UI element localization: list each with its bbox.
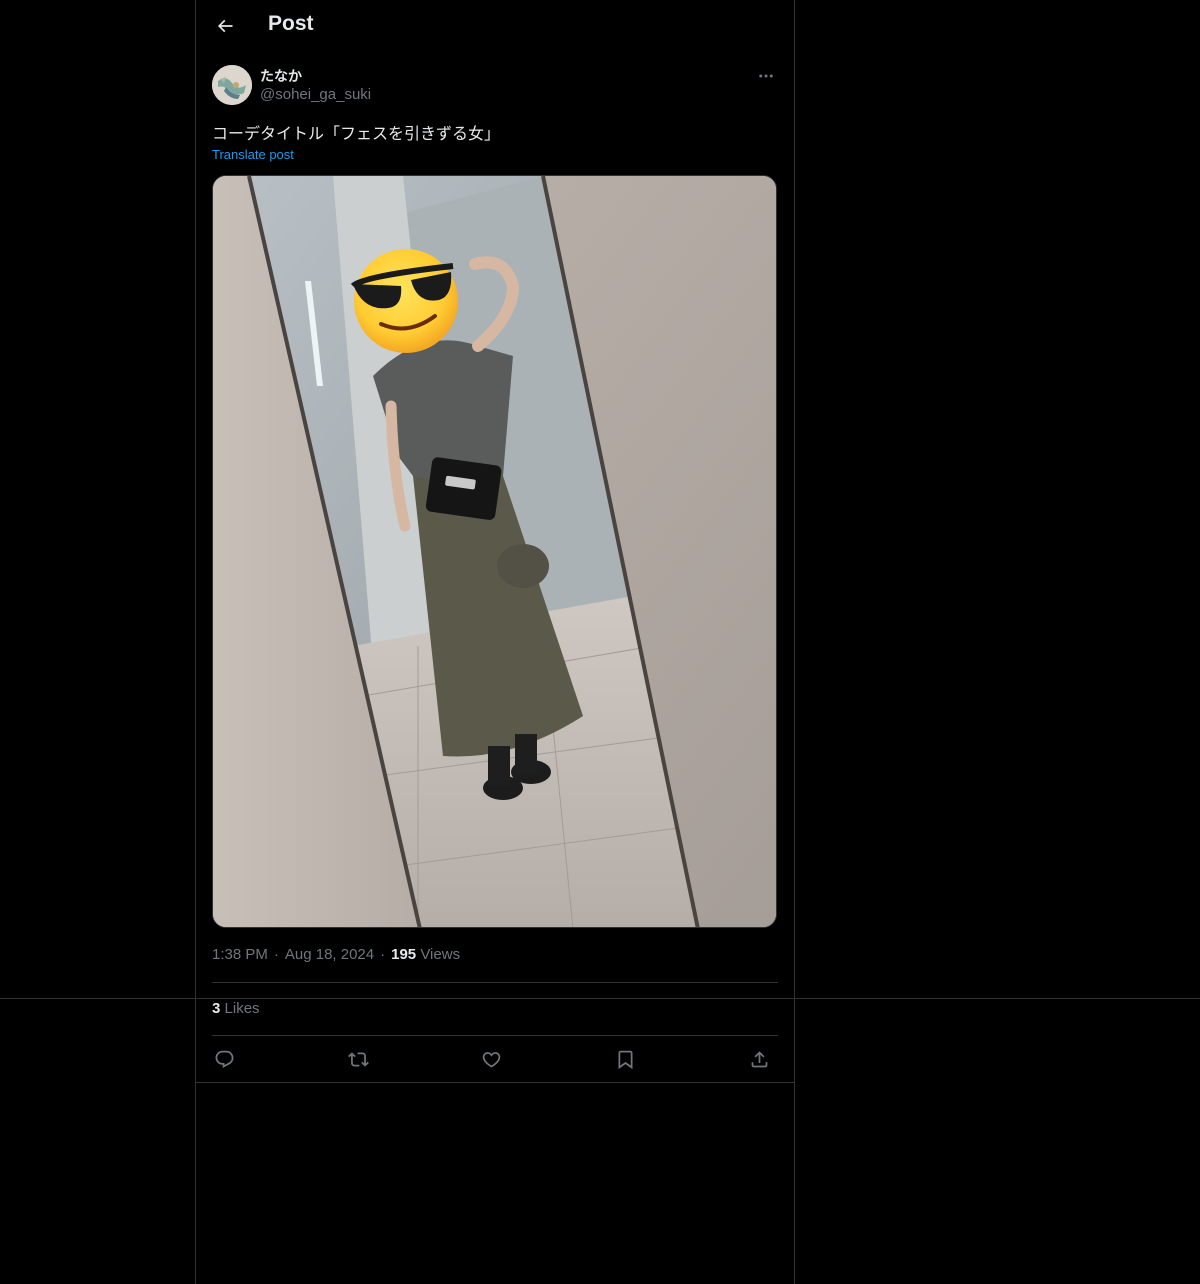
meta-separator: · <box>273 946 279 963</box>
mirror-selfie-image <box>213 176 776 927</box>
post-text: コーデタイトル「フェスを引きずる女」 <box>212 124 501 143</box>
page-title: Post <box>268 12 314 35</box>
actions-bottom-divider <box>196 1082 794 1083</box>
post-media-photo[interactable] <box>212 175 777 928</box>
meta-divider <box>212 982 778 983</box>
back-button[interactable] <box>208 9 242 43</box>
share-icon <box>751 1050 767 1067</box>
heart-icon <box>482 1051 500 1068</box>
author-display-name[interactable]: たなか <box>260 66 302 86</box>
likes-count: 3 <box>212 1000 221 1017</box>
post-author: たなか @sohei_ga_suki <box>212 64 778 108</box>
more-icon <box>759 74 773 78</box>
avatar[interactable] <box>212 65 252 105</box>
page-header: Post <box>196 0 794 53</box>
bookmark-button[interactable] <box>613 1047 637 1071</box>
repost-button[interactable] <box>346 1047 370 1071</box>
views-label: Views <box>420 946 461 963</box>
repost-icon <box>347 1051 369 1067</box>
app-viewport: Post たなか @sohei_ga_suki コーデタイトル「フェスを引きずる… <box>0 0 1200 1284</box>
translate-post-link[interactable]: Translate post <box>212 147 294 162</box>
like-button[interactable] <box>479 1047 503 1071</box>
reply-icon <box>215 1050 233 1068</box>
post-actions-bar <box>212 1036 778 1082</box>
author-handle[interactable]: @sohei_ga_suki <box>260 86 371 103</box>
likes-stat[interactable]: 3 Likes <box>212 1000 260 1017</box>
post-column: Post たなか @sohei_ga_suki コーデタイトル「フェスを引きずる… <box>195 0 795 1284</box>
reply-button[interactable] <box>212 1047 236 1071</box>
bird-avatar-icon <box>212 65 252 105</box>
post-meta: 1:38 PM · Aug 18, 2024 · 195 Views <box>212 946 460 963</box>
share-button[interactable] <box>747 1047 771 1071</box>
meta-separator: · <box>380 946 386 963</box>
likes-label: Likes <box>224 1000 260 1017</box>
more-options-button[interactable] <box>754 64 778 88</box>
post-date[interactable]: Aug 18, 2024 <box>285 946 374 963</box>
views-count: 195 <box>391 946 417 963</box>
arrow-left-icon <box>217 19 233 33</box>
bookmark-icon <box>618 1050 632 1069</box>
post-time[interactable]: 1:38 PM <box>212 946 268 963</box>
